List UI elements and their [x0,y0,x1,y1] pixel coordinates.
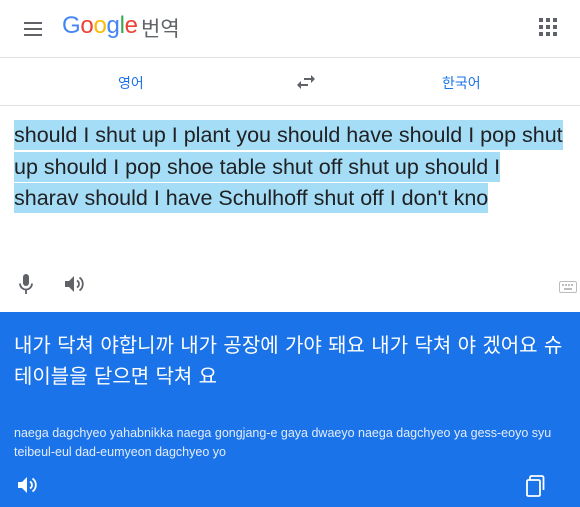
translation-text: 내가 닥쳐 야합니까 내가 공장에 가야 돼요 내가 닥쳐 야 겠어요 슈 테이… [14,333,563,388]
speaker-icon[interactable] [16,475,38,495]
apps-grid-icon[interactable] [539,18,557,36]
target-language-button[interactable]: 한국어 [442,73,481,93]
hamburger-menu-icon[interactable] [22,17,46,41]
app-header: Google 번역 [0,0,580,58]
source-language-button[interactable]: 영어 [118,73,144,93]
translation-result-panel: 내가 닥쳐 야합니까 내가 공장에 가야 돼요 내가 닥쳐 야 겠어요 슈 테이… [0,312,580,507]
keyboard-icon[interactable] [559,278,577,293]
romanization-text: naega dagchyeo yahabnikka naega gongjang… [14,426,552,459]
swap-arrows-icon[interactable] [294,70,318,94]
copy-icon[interactable] [526,475,546,497]
app-name-label: 번역 [141,17,180,41]
language-bar: 영어 한국어 [0,58,580,106]
speaker-icon[interactable] [63,274,85,294]
source-text-selection: should I shut up I plant you should have… [14,120,563,213]
google-logo[interactable]: Google [62,12,138,40]
source-text-input[interactable]: should I shut up I plant you should have… [14,120,564,215]
microphone-icon[interactable] [18,273,34,295]
source-panel: should I shut up I plant you should have… [0,106,580,312]
